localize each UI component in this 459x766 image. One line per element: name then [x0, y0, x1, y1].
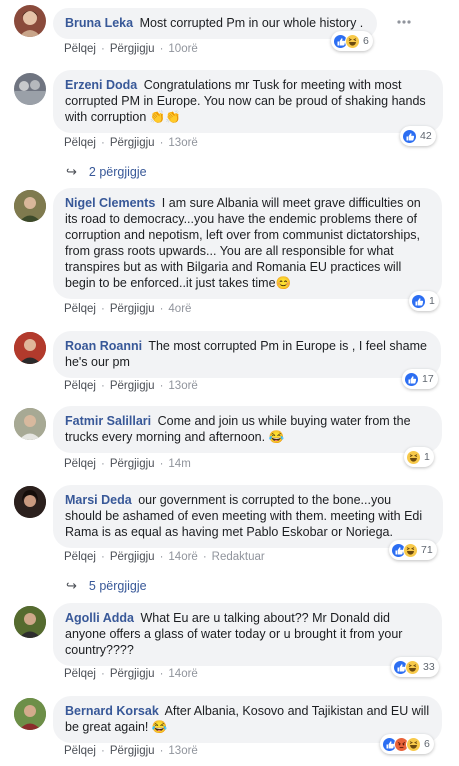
comment-text: I am sure Albania will meet grave diffic…	[65, 196, 421, 290]
comment-timestamp[interactable]: 14m	[168, 458, 190, 470]
comment-actions: Pëlqej · Përgjigju · 14m	[64, 458, 191, 470]
reply-arrow-icon: ↪	[66, 578, 77, 593]
avatar[interactable]	[14, 332, 46, 364]
avatar[interactable]	[14, 73, 46, 105]
avatar[interactable]	[14, 606, 46, 638]
haha-reaction-icon	[403, 542, 418, 558]
replies-count[interactable]: 2 përgjigje	[89, 165, 147, 179]
comment-author[interactable]: Nigel Clements	[65, 196, 155, 210]
like-link[interactable]: Pëlqej	[64, 458, 96, 470]
reply-link[interactable]: Përgjigju	[110, 551, 155, 563]
reply-link[interactable]: Përgjigju	[110, 380, 155, 392]
reply-arrow-icon: ↪	[66, 164, 77, 179]
avatar[interactable]	[14, 408, 46, 440]
comment-actions: Pëlqej · Përgjigju · 13orë	[64, 380, 198, 392]
like-reaction-icon	[404, 371, 419, 387]
avatar[interactable]	[14, 698, 46, 730]
reaction-count: 1	[424, 451, 430, 463]
comment-bubble: Bruna Leka Most corrupted Pm in our whol…	[53, 8, 377, 39]
like-link[interactable]: Pëlqej	[64, 43, 96, 55]
reply-link[interactable]: Përgjigju	[110, 137, 155, 149]
comment-author[interactable]: Agolli Adda	[65, 611, 134, 625]
comment-bubble: Fatmir Salillari Come and join us while …	[53, 406, 442, 453]
like-link[interactable]: Pëlqej	[64, 303, 96, 315]
comment-timestamp[interactable]: 14orë	[168, 668, 197, 680]
reaction-summary[interactable]: 6	[380, 734, 434, 754]
comment-bubble: Nigel Clements I am sure Albania will me…	[53, 188, 442, 299]
view-replies-link[interactable]: ↪ 5 përgjigje	[66, 578, 147, 594]
like-link[interactable]: Pëlqej	[64, 380, 96, 392]
comment-actions: Pëlqej · Përgjigju · 14orë	[64, 668, 198, 680]
reaction-count: 6	[424, 738, 430, 750]
comment-bubble: Roan Roanni The most corrupted Pm in Eur…	[53, 331, 441, 378]
comment-author[interactable]: Fatmir Salillari	[65, 414, 151, 428]
reaction-summary[interactable]: 6	[331, 31, 373, 51]
comment-author[interactable]: Bruna Leka	[65, 16, 133, 30]
comment-timestamp[interactable]: 13orë	[168, 380, 197, 392]
view-replies-link[interactable]: ↪ 2 përgjigje	[66, 164, 147, 180]
haha-reaction-icon	[406, 736, 421, 752]
avatar[interactable]	[14, 190, 46, 222]
reaction-count: 42	[420, 130, 432, 142]
comment-actions: Pëlqej · Përgjigju · 14orë · Redaktuar	[64, 551, 265, 563]
haha-reaction-icon	[345, 33, 360, 49]
reaction-summary[interactable]: 1	[409, 291, 439, 311]
like-reaction-icon	[411, 293, 426, 309]
reaction-count: 71	[421, 544, 433, 556]
like-link[interactable]: Pëlqej	[64, 745, 96, 757]
haha-reaction-icon	[406, 449, 421, 465]
reaction-count: 1	[429, 295, 435, 307]
reaction-summary[interactable]: 71	[389, 540, 437, 560]
like-link[interactable]: Pëlqej	[64, 137, 96, 149]
comment-author[interactable]: Bernard Korsak	[65, 704, 159, 718]
reply-link[interactable]: Përgjigju	[110, 303, 155, 315]
reaction-count: 33	[423, 661, 435, 673]
comment-author[interactable]: Erzeni Doda	[65, 78, 137, 92]
replies-count[interactable]: 5 përgjigje	[89, 579, 147, 593]
reply-link[interactable]: Përgjigju	[110, 745, 155, 757]
comment-bubble: Marsi Deda our government is corrupted t…	[53, 485, 443, 548]
comment-bubble: Erzeni Doda Congratulations mr Tusk for …	[53, 70, 443, 133]
reaction-summary[interactable]: 42	[400, 126, 436, 146]
avatar[interactable]	[14, 5, 46, 37]
haha-reaction-icon	[405, 659, 420, 675]
reply-link[interactable]: Përgjigju	[110, 43, 155, 55]
comment-actions: Pëlqej · Përgjigju · 13orë	[64, 745, 198, 757]
like-link[interactable]: Pëlqej	[64, 668, 96, 680]
avatar[interactable]	[14, 486, 46, 518]
comment-timestamp[interactable]: 13orë	[168, 745, 197, 757]
comment-actions: Pëlqej · Përgjigju · 4orë	[64, 303, 192, 315]
comment-bubble: Agolli Adda What Eu are u talking about?…	[53, 603, 442, 666]
reply-link[interactable]: Përgjigju	[110, 668, 155, 680]
comment-text: Most corrupted Pm in our whole history .	[139, 16, 364, 30]
like-reaction-icon	[402, 128, 417, 144]
comment-timestamp[interactable]: 10orë	[168, 43, 197, 55]
more-options-icon[interactable]	[397, 20, 411, 24]
reaction-count: 17	[422, 373, 434, 385]
reaction-summary[interactable]: 33	[391, 657, 439, 677]
comment-timestamp[interactable]: 4orë	[168, 303, 191, 315]
like-link[interactable]: Pëlqej	[64, 551, 96, 563]
comment-actions: Pëlqej · Përgjigju · 13orë	[64, 137, 198, 149]
comment-actions: Pëlqej · Përgjigju · 10orë	[64, 43, 198, 55]
reaction-summary[interactable]: 17	[402, 369, 438, 389]
edited-label[interactable]: Redaktuar	[212, 551, 265, 563]
reply-link[interactable]: Përgjigju	[110, 458, 155, 470]
reaction-count: 6	[363, 35, 369, 47]
comment-author[interactable]: Roan Roanni	[65, 339, 142, 353]
comment-timestamp[interactable]: 13orë	[168, 137, 197, 149]
comment-author[interactable]: Marsi Deda	[65, 493, 132, 507]
reaction-summary[interactable]: 1	[404, 447, 434, 467]
comment-timestamp[interactable]: 14orë	[168, 551, 197, 563]
